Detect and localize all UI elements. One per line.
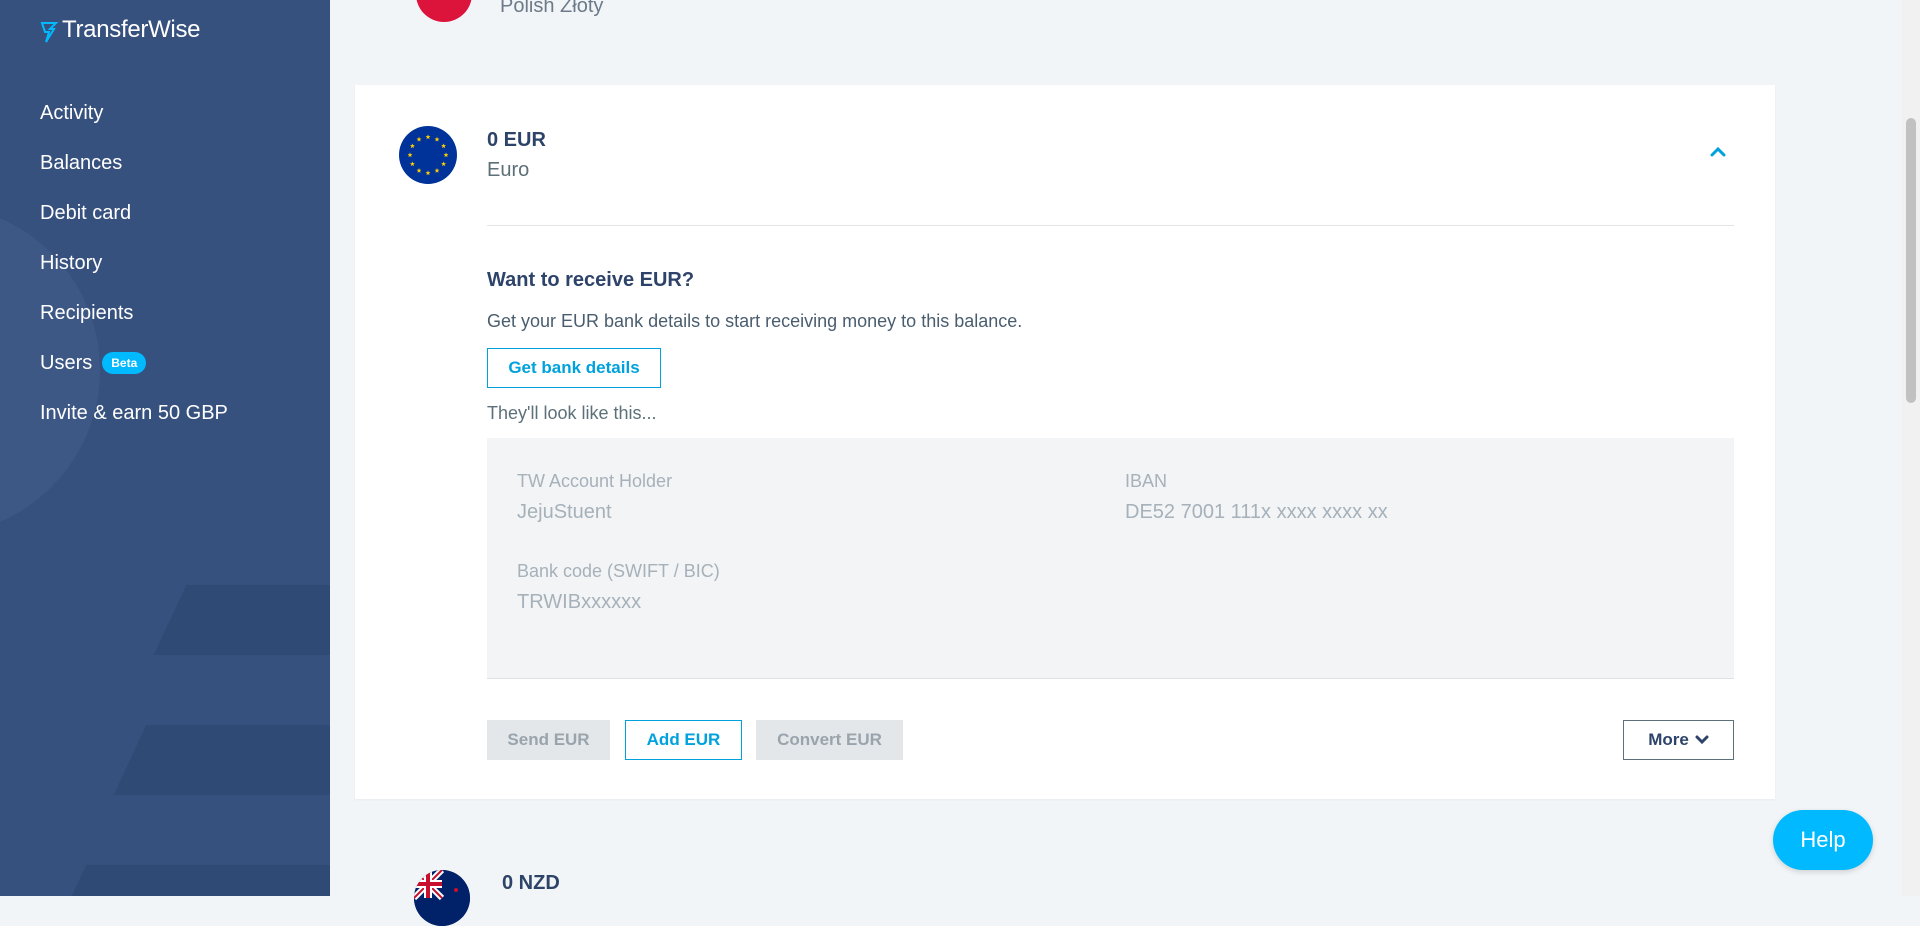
app-logo[interactable]: TransferWise [40, 16, 201, 44]
new-zealand-flag-icon [414, 870, 470, 926]
convert-eur-button[interactable]: Convert EUR [756, 720, 903, 760]
nz-flag-graphic [414, 870, 470, 926]
sidebar: TransferWise Activity Balances Debit car… [0, 0, 330, 896]
receive-title: Want to receive EUR? [487, 269, 695, 291]
beta-badge: Beta [102, 352, 147, 374]
bank-code-label: Bank code (SWIFT / BIC) [517, 561, 720, 581]
send-eur-button[interactable]: Send EUR [487, 720, 610, 760]
sidebar-item-label: Balances [40, 151, 123, 174]
card-divider [487, 225, 1734, 226]
sidebar-item-users[interactable]: Users Beta [40, 338, 228, 388]
preview-intro: They'll look like this... [487, 403, 657, 423]
bank-details-preview: TW Account Holder JejuStuent IBAN DE52 7… [487, 438, 1734, 679]
logo-text: TransferWise [62, 16, 201, 43]
get-bank-details-button[interactable]: Get bank details [487, 348, 661, 388]
sidebar-item-label: Invite & earn 50 GBP [40, 401, 228, 424]
sidebar-decoration-stripe [53, 865, 330, 896]
sidebar-decoration-stripe [153, 585, 330, 655]
sidebar-item-invite[interactable]: Invite & earn 50 GBP [40, 388, 228, 438]
page-scrollbar[interactable] [1902, 0, 1920, 896]
sidebar-nav: Activity Balances Debit card History Rec… [40, 88, 228, 438]
iban-value: DE52 7001 111x xxxx xxxx xx [1125, 501, 1388, 523]
add-eur-button[interactable]: Add EUR [625, 720, 742, 760]
receive-description: Get your EUR bank details to start recei… [487, 311, 1023, 331]
sidebar-item-label: History [40, 251, 103, 274]
transferwise-flag-icon [40, 22, 59, 43]
balance-amount: 0 EUR [487, 129, 546, 151]
previous-balance-name: Polish Złoty [500, 0, 604, 17]
sidebar-item-activity[interactable]: Activity [40, 88, 228, 138]
account-holder-value: JejuStuent [517, 501, 612, 523]
previous-balance-row[interactable]: Polish Złoty [416, 0, 603, 22]
more-button[interactable]: More [1623, 720, 1734, 760]
help-button[interactable]: Help [1773, 810, 1873, 870]
currency-name: Euro [487, 159, 530, 181]
sidebar-decoration-stripe [113, 725, 330, 795]
sidebar-item-label: Recipients [40, 301, 134, 324]
sidebar-item-label: Debit card [40, 201, 132, 224]
next-balance-amount: 0 NZD [502, 872, 560, 894]
sidebar-item-label: Activity [40, 101, 104, 124]
more-button-label: More [1648, 730, 1689, 749]
eur-balance-card: 0 EUR Euro Want to receive EUR? Get your… [355, 85, 1775, 799]
chevron-up-icon[interactable] [1710, 145, 1726, 157]
iban-label: IBAN [1125, 471, 1168, 491]
sidebar-item-recipients[interactable]: Recipients [40, 288, 228, 338]
eu-flag-icon [399, 126, 457, 184]
sidebar-item-label: Users [40, 351, 93, 374]
sidebar-item-history[interactable]: History [40, 238, 228, 288]
chevron-down-icon [1695, 735, 1709, 745]
scrollbar-thumb[interactable] [1906, 118, 1916, 403]
sidebar-item-debit-card[interactable]: Debit card [40, 188, 228, 238]
bank-code-value: TRWIBxxxxxx [517, 591, 642, 613]
poland-flag-icon [416, 0, 472, 22]
sidebar-item-balances[interactable]: Balances [40, 138, 228, 188]
account-holder-label: TW Account Holder [517, 471, 673, 491]
